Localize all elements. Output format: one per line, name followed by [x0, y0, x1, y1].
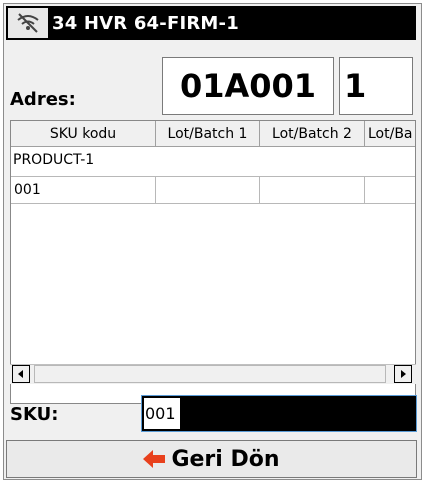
caret-right-icon [401, 370, 406, 378]
column-header-lot-batch-1[interactable]: Lot/Batch 1 [156, 121, 260, 147]
back-button[interactable]: Geri Dön [6, 440, 417, 478]
table-cell-lot-batch-1[interactable] [156, 176, 260, 204]
table-cell-lot-batch-2[interactable] [260, 176, 365, 204]
window-title: 34 HVR 64-FIRM-1 [52, 12, 239, 34]
address-label: Adres: [10, 89, 76, 110]
address-code-field[interactable]: 01A001 [162, 57, 334, 115]
column-header-lot-batch-3[interactable]: Lot/Ba [365, 121, 415, 147]
sku-input[interactable]: 001 [141, 395, 417, 432]
column-header-lot-batch-2[interactable]: Lot/Batch 2 [260, 121, 365, 147]
title-bar: 34 HVR 64-FIRM-1 [6, 6, 416, 40]
caret-left-icon [18, 370, 23, 378]
table-cell-lot-batch-3[interactable] [365, 176, 415, 204]
horizontal-scrollbar[interactable] [10, 364, 416, 384]
group-row[interactable]: PRODUCT-1 [11, 148, 415, 172]
column-header-sku[interactable]: SKU kodu [11, 121, 156, 147]
sku-grid[interactable]: SKU kodu Lot/Batch 1 Lot/Batch 2 Lot/Ba … [10, 120, 416, 404]
back-button-label: Geri Dön [171, 446, 280, 472]
scroll-thumb[interactable] [34, 365, 386, 383]
scroll-right-button[interactable] [394, 365, 412, 383]
scroll-left-button[interactable] [12, 365, 30, 383]
address-number-field[interactable]: 1 [339, 57, 413, 115]
table-cell-sku[interactable]: 001 [11, 176, 156, 204]
sku-input-value: 001 [144, 398, 180, 429]
no-signal-icon[interactable] [8, 8, 48, 38]
arrow-left-icon [143, 450, 166, 468]
sku-label: SKU: [10, 404, 59, 425]
